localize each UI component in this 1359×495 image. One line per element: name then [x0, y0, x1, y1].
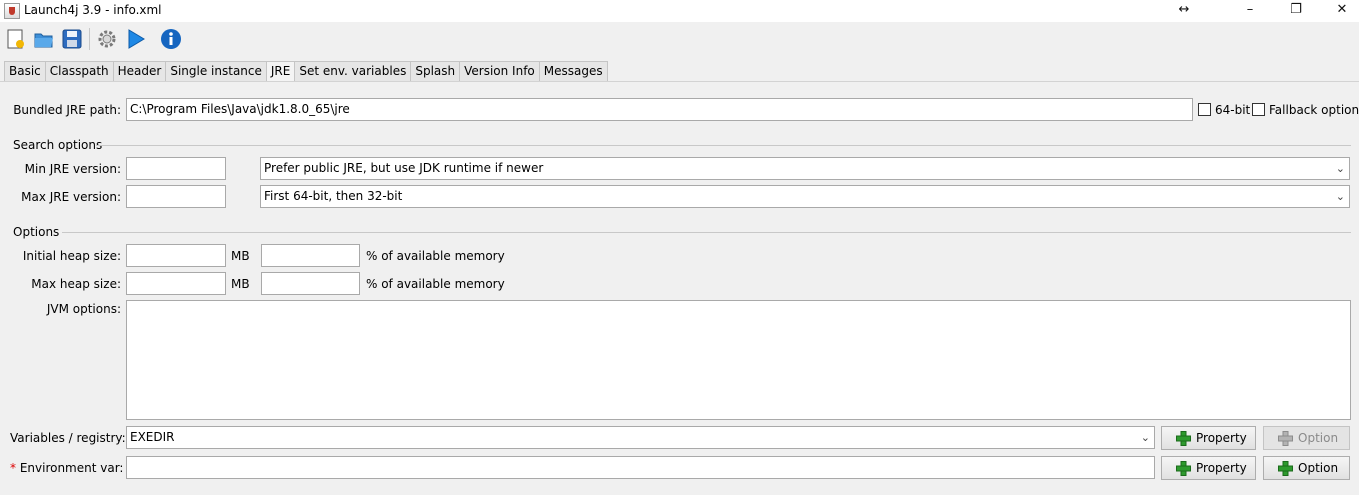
fallback-option-checkbox[interactable]: [1252, 103, 1265, 116]
save-button[interactable]: [59, 26, 85, 52]
chevron-down-icon: ⌄: [1335, 162, 1345, 175]
tab-single-instance[interactable]: Single instance: [165, 61, 266, 82]
tab-version-info[interactable]: Version Info: [459, 61, 539, 82]
maximize-button[interactable]: ❐: [1273, 0, 1319, 22]
resize-icon[interactable]: ↔: [1161, 0, 1207, 22]
bundled-jre-label: Bundled JRE path:: [13, 103, 121, 117]
save-icon: [62, 29, 82, 49]
add-option-button-disabled[interactable]: Option: [1263, 426, 1350, 450]
environment-var-label: * Environment var:: [10, 461, 124, 475]
tab-jre[interactable]: JRE: [265, 61, 295, 82]
environment-var-text: Environment var:: [16, 461, 124, 475]
max-jre-version-label: Max JRE version:: [21, 190, 121, 204]
add-property-button[interactable]: Property: [1161, 426, 1256, 450]
build-button[interactable]: [94, 26, 120, 52]
min-jre-version-label: Min JRE version:: [24, 162, 121, 176]
max-heap-percent-input[interactable]: [261, 272, 360, 295]
toolbar-separator: [89, 28, 90, 50]
64-bit-checkbox[interactable]: [1198, 103, 1211, 116]
variables-registry-value: EXEDIR: [130, 430, 175, 444]
fallback-option-label: Fallback option: [1269, 103, 1359, 117]
chevron-down-icon: ⌄: [1335, 190, 1345, 203]
add-icon: [1278, 430, 1293, 446]
chevron-down-icon: ⌄: [1140, 431, 1150, 444]
options-title: Options: [13, 225, 60, 239]
min-jre-version-input[interactable]: [126, 157, 226, 180]
open-button[interactable]: [31, 26, 57, 52]
info-icon: [161, 29, 181, 49]
title-bar: Launch4j 3.9 - info.xml ↔ – ❐ ✕: [0, 0, 1359, 22]
initial-heap-mb-input[interactable]: [126, 244, 226, 267]
jvm-options-textarea[interactable]: [126, 300, 1351, 420]
tab-basic[interactable]: Basic: [4, 61, 45, 82]
env-property-button[interactable]: Property: [1161, 456, 1256, 480]
add-icon: [1176, 460, 1191, 476]
max-heap-mb-input[interactable]: [126, 272, 226, 295]
tab-header[interactable]: Header: [112, 61, 166, 82]
runtime-bits-select[interactable]: First 64-bit, then 32-bit ⌄: [260, 185, 1350, 208]
tab-strip: Basic Classpath Header Single instance J…: [4, 61, 608, 82]
build-gear-icon: [98, 30, 116, 48]
run-play-icon: [128, 29, 145, 49]
toolbar: [0, 22, 1359, 60]
environment-var-input[interactable]: [126, 456, 1155, 479]
add-option-label: Option: [1298, 431, 1339, 445]
max-heap-label: Max heap size:: [31, 277, 121, 291]
jdk-preference-value: Prefer public JRE, but use JDK runtime i…: [264, 161, 544, 175]
variables-registry-select[interactable]: EXEDIR ⌄: [126, 426, 1155, 449]
search-options-title: Search options: [13, 138, 103, 152]
initial-heap-percent-input[interactable]: [261, 244, 360, 267]
window-title: Launch4j 3.9 - info.xml: [24, 3, 162, 17]
max-jre-version-input[interactable]: [126, 185, 226, 208]
64-bit-label: 64-bit: [1215, 103, 1251, 117]
add-property-label: Property: [1196, 431, 1247, 445]
add-icon: [1176, 430, 1191, 446]
tab-set-env-variables[interactable]: Set env. variables: [294, 61, 411, 82]
initial-heap-label: Initial heap size:: [22, 249, 121, 263]
tab-messages[interactable]: Messages: [538, 61, 608, 82]
env-property-label: Property: [1196, 461, 1247, 475]
env-option-label: Option: [1298, 461, 1339, 475]
tab-classpath[interactable]: Classpath: [44, 61, 113, 82]
max-heap-percent-label: % of available memory: [366, 277, 505, 291]
tab-divider: [0, 81, 1359, 82]
open-folder-icon: [34, 33, 53, 48]
bundled-jre-path-input[interactable]: C:\Program Files\Java\jdk1.8.0_65\jre: [126, 98, 1193, 121]
options-rule: [62, 232, 1351, 233]
add-icon: [1278, 460, 1293, 476]
max-heap-mb-unit: MB: [231, 277, 250, 291]
java-app-icon: [4, 3, 20, 19]
variables-registry-label: Variables / registry:: [10, 431, 126, 445]
minimize-button[interactable]: –: [1227, 0, 1273, 22]
about-button[interactable]: [158, 26, 184, 52]
search-options-rule: [96, 145, 1351, 146]
close-button[interactable]: ✕: [1319, 0, 1359, 22]
jvm-options-label: JVM options:: [46, 302, 121, 316]
run-button[interactable]: [123, 26, 149, 52]
jdk-preference-select[interactable]: Prefer public JRE, but use JDK runtime i…: [260, 157, 1350, 180]
initial-heap-percent-label: % of available memory: [366, 249, 505, 263]
initial-heap-mb-unit: MB: [231, 249, 250, 263]
new-config-icon: [7, 29, 24, 49]
new-config-button[interactable]: [3, 26, 29, 52]
env-option-button[interactable]: Option: [1263, 456, 1350, 480]
runtime-bits-value: First 64-bit, then 32-bit: [264, 189, 403, 203]
tab-splash[interactable]: Splash: [410, 61, 460, 82]
